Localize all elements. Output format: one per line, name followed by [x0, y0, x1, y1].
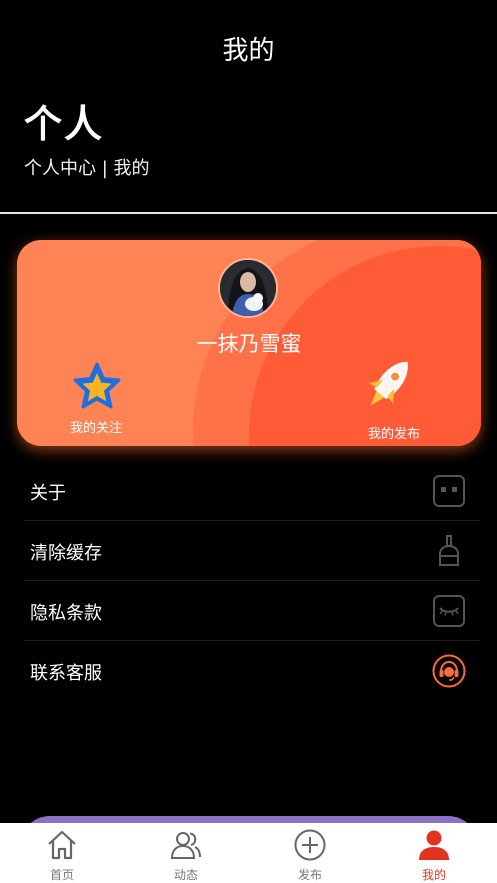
home-icon [46, 829, 78, 861]
menu-item-label: 隐私条款 [30, 603, 102, 624]
page-title: 我的 [222, 36, 275, 66]
tab-feed[interactable]: 动态 [124, 823, 248, 883]
menu-item-clear-cache[interactable]: 清除缓存 [24, 521, 480, 581]
title-bar: 我的 [0, 0, 497, 96]
tab-label: 首页 [49, 868, 74, 882]
menu-item-customer-service[interactable]: 联系客服 [24, 641, 480, 701]
menu-item-label: 关于 [30, 483, 66, 504]
about-icon [432, 474, 466, 508]
tab-label: 我的 [421, 868, 446, 882]
plus-circle-icon [294, 829, 326, 861]
users-icon [170, 829, 202, 861]
star-icon [71, 360, 123, 412]
my-follows-label: 我的关注 [69, 421, 122, 436]
my-posts-button[interactable]: 我的发布 [349, 352, 439, 442]
menu-item-label: 清除缓存 [30, 543, 102, 564]
my-posts-label: 我的发布 [367, 427, 420, 442]
rocket-icon [359, 354, 417, 416]
tab-label: 发布 [297, 868, 322, 882]
customer-service-icon [432, 654, 466, 688]
section-heading: 个人 [24, 102, 105, 146]
broom-icon [432, 534, 466, 568]
privacy-eye-icon [432, 594, 466, 628]
tab-label: 动态 [173, 868, 198, 882]
tab-mine[interactable]: 我的 [372, 823, 496, 883]
settings-menu: 关于 清除缓存 隐私条款 联系客服 [24, 461, 480, 701]
profile-card: 一抹乃雪蜜 我的关注 我的发布 [17, 240, 481, 446]
avatar[interactable] [218, 258, 278, 318]
menu-item-privacy[interactable]: 隐私条款 [24, 581, 480, 641]
divider [0, 212, 497, 214]
person-icon [418, 829, 450, 861]
menu-item-about[interactable]: 关于 [24, 461, 480, 521]
menu-item-label: 联系客服 [30, 663, 102, 684]
tab-bar: 首页 动态 发布 我的 [0, 823, 497, 883]
tab-home[interactable]: 首页 [0, 823, 124, 883]
my-follows-button[interactable]: 我的关注 [61, 358, 131, 438]
section-subheading: 个人中心 | 我的 [24, 158, 150, 179]
tab-publish[interactable]: 发布 [248, 823, 372, 883]
